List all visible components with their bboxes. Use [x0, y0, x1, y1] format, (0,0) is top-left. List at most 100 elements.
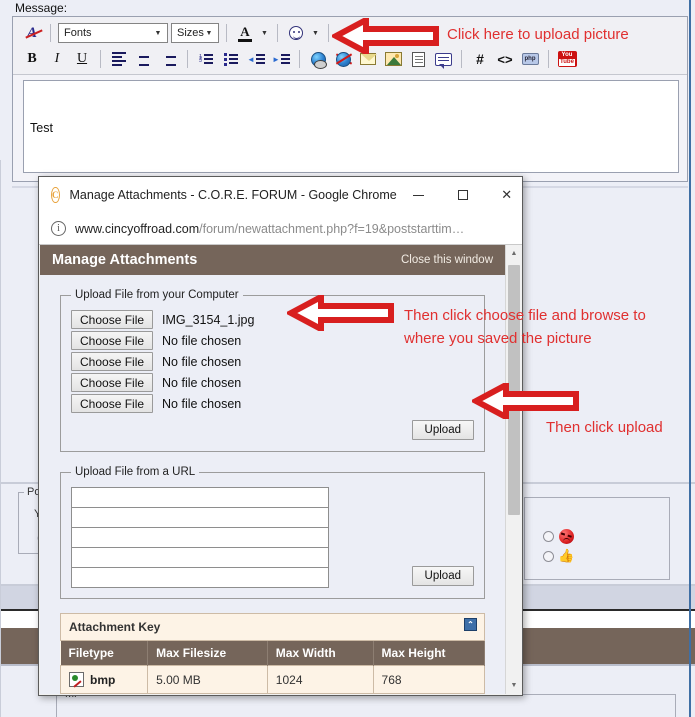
close-this-window-link[interactable]: Close this window [401, 254, 493, 266]
url-upload-wrap: Upload [411, 566, 474, 587]
underline-button[interactable]: U [71, 49, 93, 70]
url-input-1[interactable] [71, 487, 329, 508]
maximize-button[interactable] [441, 177, 485, 213]
message-textarea[interactable]: Test [URL=http://s862.photobucket.com/us… [23, 80, 679, 173]
cell-filetype: bmp [59, 665, 149, 694]
attachment-key-header-row: Filetype Max Filesize Max Width Max Heig… [60, 640, 486, 666]
ordered-list-button[interactable]: 123 [195, 49, 217, 70]
url-wrap: Upload [71, 487, 474, 588]
close-icon: ✕ [501, 187, 513, 202]
choose-file-button-3[interactable]: Choose File [71, 352, 154, 371]
toolbar-divider [187, 50, 188, 68]
column-max-height: Max Height [373, 640, 486, 666]
message-line: Test [30, 121, 53, 135]
insert-code-hash-icon[interactable]: # [469, 49, 491, 70]
smilies-icon[interactable] [285, 23, 307, 44]
upload-from-computer-legend: Upload File from your Computer [75, 289, 239, 301]
url-input-3[interactable] [71, 527, 329, 548]
column-max-width: Max Width [267, 640, 374, 666]
insert-html-icon[interactable]: <> [494, 49, 516, 70]
toolbar-divider [100, 50, 101, 68]
toolbar-divider [299, 50, 300, 68]
upload-url-button[interactable]: Upload [411, 566, 474, 586]
toolbar-row-1: A Fonts ▼ Sizes ▼ A ▼ ▼ 🖈 [21, 21, 372, 45]
remove-formatting-icon[interactable]: A [21, 23, 43, 44]
file-name-1: IMG_3154_1.jpg [162, 312, 255, 327]
scroll-down-arrow-icon[interactable]: ▼ [506, 677, 521, 694]
upload-files-button[interactable]: Upload [411, 420, 474, 440]
chrome-address-bar[interactable]: i www.cincyoffroad.com/forum/newattachme… [39, 213, 522, 245]
font-size-select[interactable]: Sizes ▼ [171, 23, 219, 43]
choose-file-button-2[interactable]: Choose File [71, 331, 154, 350]
font-size-value: Sizes [177, 27, 204, 39]
choose-file-button-1[interactable]: Choose File [71, 310, 154, 329]
address-host: www.cincyoffroad.com [75, 221, 200, 236]
url-input-4[interactable] [71, 547, 329, 568]
table-row: doc 5.00 MB - - [59, 693, 486, 694]
annotation-arrow-choose-file [287, 295, 394, 331]
annotation-arrow-toolbar [332, 18, 439, 54]
window-title: Manage Attachments - C.O.R.E. FORUM - Go… [69, 188, 397, 202]
outdent-button[interactable]: ◄ [245, 49, 267, 70]
thumbs-up-icon: 👍 [558, 548, 575, 563]
page-left-edge [0, 160, 1, 717]
url-input-list [71, 487, 329, 588]
upload-from-url-fieldset: Upload File from a URL Upload [60, 466, 485, 599]
address-path: /forum/newattachment.php?f=19&poststartt… [199, 221, 465, 236]
close-button[interactable]: ✕ [485, 177, 529, 213]
info-icon[interactable]: i [51, 221, 66, 236]
collapse-icon[interactable]: ⌃ [464, 618, 477, 631]
scroll-up-arrow-icon[interactable]: ▲ [506, 245, 521, 262]
url-input-5[interactable] [71, 567, 329, 588]
file-name-4: No file chosen [162, 375, 242, 390]
rating-radio-1[interactable] [543, 531, 554, 542]
url-input-2[interactable] [71, 507, 329, 528]
rating-radio-2[interactable] [543, 551, 554, 562]
italic-button[interactable]: I [46, 49, 68, 70]
insert-php-icon[interactable]: php [519, 49, 541, 70]
file-row: Choose File No file chosen [71, 352, 474, 371]
attachment-key-title-cell: Attachment Key ⌃ [60, 613, 485, 641]
indent-button[interactable]: ► [270, 49, 292, 70]
toolbar-divider [328, 24, 329, 42]
insert-link-globe-icon[interactable] [307, 49, 329, 70]
align-right-button[interactable] [158, 49, 180, 70]
toolbar-divider [548, 50, 549, 68]
font-family-select[interactable]: Fonts ▼ [58, 23, 168, 43]
bold-button[interactable]: B [21, 49, 43, 70]
table-row: bmp 5.00 MB 1024 768 [59, 665, 486, 694]
minimize-button[interactable] [397, 177, 441, 213]
choose-file-button-4[interactable]: Choose File [71, 373, 154, 392]
font-color-icon[interactable]: A [234, 23, 256, 44]
align-left-button[interactable] [108, 49, 130, 70]
toolbar-divider [461, 50, 462, 68]
toolbar-divider [50, 24, 51, 42]
manage-attachments-header: Manage Attachments Close this window [40, 245, 505, 275]
annotation-upload-picture: Click here to upload picture [447, 26, 629, 43]
annotation-arrow-upload [472, 383, 579, 419]
toolbar-divider [226, 24, 227, 42]
cell-width: - [266, 693, 374, 694]
smilies-chevron-down-icon[interactable]: ▼ [310, 23, 321, 43]
chevron-down-icon: ▼ [205, 29, 213, 37]
screenshot-root: Message: A Fonts ▼ Sizes ▼ A ▼ ▼ B I U 1… [0, 0, 695, 717]
choose-file-button-5[interactable]: Choose File [71, 394, 154, 413]
align-center-button[interactable] [133, 49, 155, 70]
cell-filetype: doc [59, 693, 149, 694]
insert-youtube-video-icon[interactable]: You Tube [556, 49, 578, 70]
page-right-edge [689, 0, 691, 717]
annotation-click-upload: Then click upload [546, 419, 663, 436]
font-color-chevron-down-icon[interactable]: ▼ [259, 23, 270, 43]
chrome-popup-window: C Manage Attachments - C.O.R.E. FORUM - … [38, 176, 523, 696]
attachment-key-title-row: Attachment Key ⌃ [60, 613, 485, 641]
misc-fieldset [56, 694, 676, 717]
chrome-title-bar[interactable]: C Manage Attachments - C.O.R.E. FORUM - … [39, 177, 522, 213]
page-title: Manage Attachments [52, 252, 198, 268]
file-name-5: No file chosen [162, 396, 242, 411]
font-family-value: Fonts [64, 27, 92, 39]
message-label: Message: [15, 1, 68, 15]
address-value: www.cincyoffroad.com/forum/newattachment… [75, 222, 464, 236]
unordered-list-button[interactable] [220, 49, 242, 70]
window-controls: ✕ [397, 177, 529, 213]
paint-file-icon [69, 672, 84, 687]
